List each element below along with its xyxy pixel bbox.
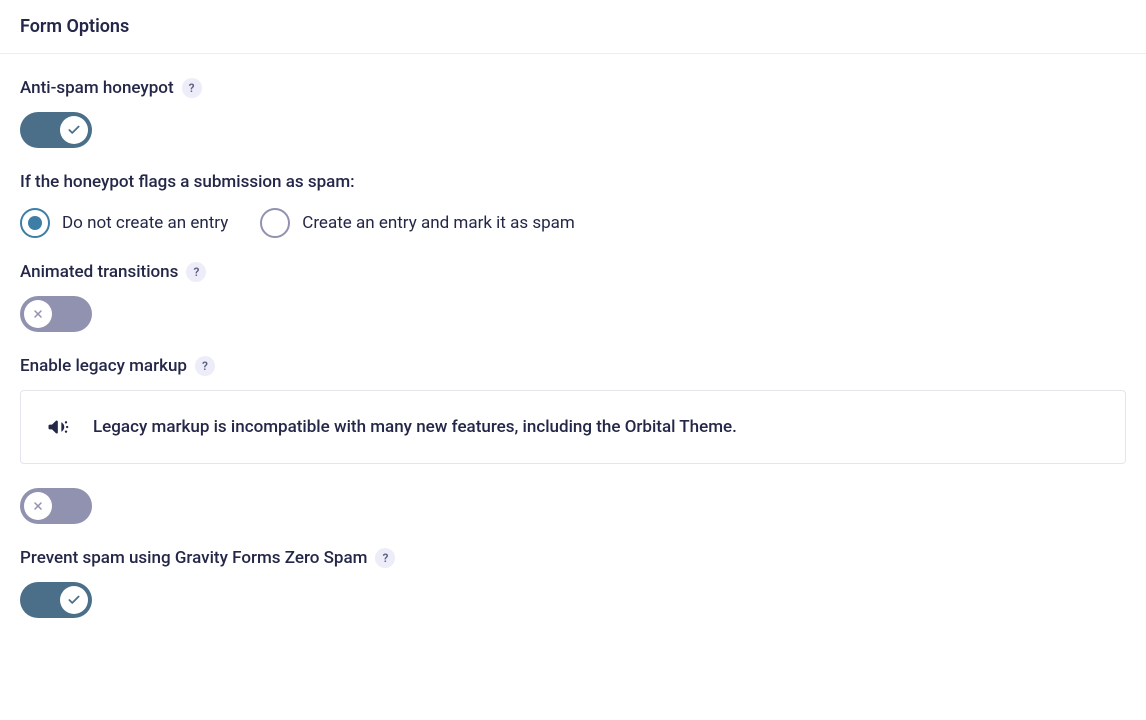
legacy-label-row: Enable legacy markup ?	[20, 356, 1126, 376]
toggle-knob	[60, 116, 88, 144]
zerospam-label-row: Prevent spam using Gravity Forms Zero Sp…	[20, 548, 1126, 568]
zerospam-field: Prevent spam using Gravity Forms Zero Sp…	[20, 548, 1126, 618]
legacy-label: Enable legacy markup	[20, 356, 187, 376]
animated-toggle[interactable]	[20, 296, 92, 332]
radio-circle-selected	[20, 208, 50, 238]
megaphone-icon	[45, 413, 73, 441]
radio-label-2: Create an entry and mark it as spam	[302, 213, 575, 233]
x-icon	[32, 308, 44, 320]
help-icon[interactable]: ?	[186, 262, 206, 282]
section-header: Form Options	[0, 0, 1146, 54]
radio-label-1: Do not create an entry	[62, 213, 228, 233]
honeypot-label: Anti-spam honeypot	[20, 78, 174, 98]
x-icon	[32, 500, 44, 512]
zerospam-label: Prevent spam using Gravity Forms Zero Sp…	[20, 548, 367, 568]
legacy-field: Enable legacy markup ? Legacy markup is …	[20, 356, 1126, 524]
zerospam-toggle[interactable]	[20, 582, 92, 618]
honeypot-radio-group: Do not create an entry Create an entry a…	[20, 208, 1126, 238]
legacy-notice-text: Legacy markup is incompatible with many …	[93, 417, 737, 437]
legacy-toggle[interactable]	[20, 488, 92, 524]
radio-do-not-create[interactable]: Do not create an entry	[20, 208, 228, 238]
honeypot-label-row: Anti-spam honeypot ?	[20, 78, 1126, 98]
page-title: Form Options	[20, 16, 1126, 37]
legacy-notice: Legacy markup is incompatible with many …	[20, 390, 1126, 464]
toggle-knob	[24, 492, 52, 520]
content-area: Anti-spam honeypot ? If the honeypot fla…	[0, 54, 1146, 666]
toggle-knob	[24, 300, 52, 328]
help-icon[interactable]: ?	[375, 548, 395, 568]
animated-label-row: Animated transitions ?	[20, 262, 1126, 282]
animated-field: Animated transitions ?	[20, 262, 1126, 332]
radio-create-mark-spam[interactable]: Create an entry and mark it as spam	[260, 208, 575, 238]
animated-label: Animated transitions	[20, 262, 178, 282]
help-icon[interactable]: ?	[182, 78, 202, 98]
help-icon[interactable]: ?	[195, 356, 215, 376]
radio-circle-unselected	[260, 208, 290, 238]
honeypot-sub-label: If the honeypot flags a submission as sp…	[20, 172, 1126, 192]
check-icon	[67, 123, 81, 137]
honeypot-toggle[interactable]	[20, 112, 92, 148]
check-icon	[67, 593, 81, 607]
radio-dot	[28, 216, 42, 230]
toggle-knob	[60, 586, 88, 614]
honeypot-field: Anti-spam honeypot ? If the honeypot fla…	[20, 78, 1126, 238]
